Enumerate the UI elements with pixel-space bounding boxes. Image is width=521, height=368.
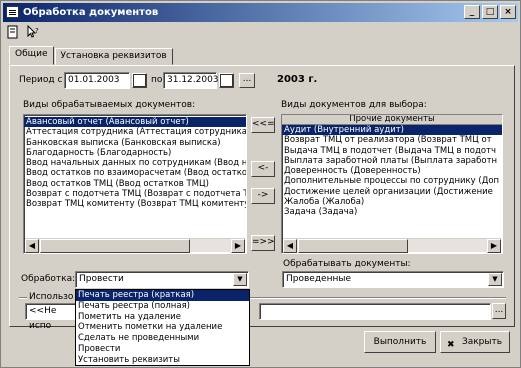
window-title: Обработка документов [23, 7, 159, 18]
use-field-right[interactable] [259, 303, 491, 320]
list-item[interactable]: Банковская выписка (Банковская выписка) [24, 138, 246, 148]
close-x-icon: ✖ [447, 340, 455, 350]
run-button[interactable]: Выполнить [364, 331, 436, 353]
list-item[interactable]: Возврат с подотчета ТМЦ (Возврат с подот… [24, 189, 246, 199]
list-item[interactable]: Ввод остатков по взаиморасчетам (Ввод ос… [24, 168, 246, 178]
list-item[interactable]: Достижение целей организации (Достижение [282, 187, 502, 197]
main-window: Обработка документов _ □ × ? Общие Устан… [0, 0, 521, 368]
column-header[interactable]: Прочие документы [282, 115, 502, 125]
window-icon [6, 6, 19, 18]
processing-label: Обработка: [21, 274, 76, 284]
list-item[interactable]: Ввод начальных данных по сотрудникам (Вв… [24, 158, 246, 168]
dropdown-option[interactable]: Печать реестра (краткая) [76, 290, 249, 301]
list-item[interactable]: Дополнительные процессы по сотруднику (Д… [282, 176, 502, 186]
dropdown-option[interactable]: Установить реквизиты [76, 355, 249, 366]
list-item[interactable]: Ввод остатков ТМЦ (Ввод остатков ТМЦ) [24, 179, 246, 189]
tab-set-attributes[interactable]: Установка реквизитов [54, 48, 173, 65]
list-item[interactable]: Возврат ТМЦ от реализатора (Возврат ТМЦ … [282, 135, 502, 145]
close-button-label: Закрыть [461, 337, 503, 347]
document-icon[interactable] [5, 25, 21, 41]
dropdown-option[interactable]: Сделать не проведенными [76, 333, 249, 344]
maximize-button[interactable]: □ [482, 5, 498, 19]
processing-value: Провести [79, 274, 124, 284]
toolbar: ? [5, 24, 41, 42]
scroll-left-icon[interactable]: ◀ [283, 239, 297, 253]
title-bar: Обработка документов _ □ × [3, 3, 518, 22]
close-button[interactable]: ✖ Закрыть [440, 331, 510, 353]
scroll-right-icon[interactable]: ▶ [487, 239, 501, 253]
move-left-button[interactable]: <- [251, 161, 275, 177]
tab-bar: Общие Установка реквизитов [9, 46, 174, 66]
move-right-button[interactable]: -> [251, 188, 275, 204]
available-doc-types-list[interactable]: Прочие документы Аудит (Внутренний аудит… [281, 114, 503, 254]
calendar-icon [220, 74, 233, 87]
calendar-from-button[interactable] [132, 73, 147, 88]
process-docs-select[interactable]: Проведенные ▼ [282, 271, 504, 288]
process-docs-value: Проведенные [286, 274, 351, 284]
list-item[interactable]: Задача (Задача) [282, 207, 502, 217]
right-horizontal-scrollbar[interactable]: ◀ ▶ [283, 238, 501, 253]
scroll-left-icon[interactable]: ◀ [25, 239, 39, 253]
list-item[interactable]: Выплата заработной платы (Выплата зарабо… [282, 156, 502, 166]
list-item[interactable]: Аудит (Внутренний аудит) [282, 125, 502, 136]
date-to-field[interactable]: 31.12.2003 [163, 72, 219, 89]
list-item[interactable]: Аттестация сотрудника (Аттестация сотруд… [24, 127, 246, 137]
left-horizontal-scrollbar[interactable]: ◀ ▶ [25, 238, 245, 253]
left-list-label: Виды обрабатываемых документов: [23, 100, 196, 110]
list-item[interactable]: Благодарность (Благодарность) [24, 148, 246, 158]
processing-select[interactable]: Провести ▼ [75, 271, 249, 288]
list-item[interactable]: Выдача ТМЦ в подотчет (Выдача ТМЦ в подо… [282, 146, 502, 156]
period-select-button[interactable]: ... [239, 73, 255, 88]
dropdown-option[interactable]: Провести [76, 344, 249, 355]
process-docs-label: Обрабатывать документы: [283, 259, 411, 269]
year-text: 2003 г. [277, 74, 318, 85]
close-window-button[interactable]: × [500, 5, 516, 19]
chevron-down-icon[interactable]: ▼ [233, 273, 247, 286]
processed-doc-types-list[interactable]: Авансовый отчет (Авансовый отчет) Аттеста… [23, 114, 247, 254]
calendar-to-button[interactable] [219, 73, 234, 88]
calendar-icon [133, 74, 146, 87]
chevron-down-icon[interactable]: ▼ [488, 273, 502, 286]
use-field[interactable]: <<Не испо [25, 303, 77, 331]
tab-general[interactable]: Общие [9, 46, 54, 65]
move-all-left-button[interactable]: <<= [251, 117, 275, 133]
dropdown-option[interactable]: Печать реестра (полная) [76, 301, 249, 312]
help-cursor-icon[interactable]: ? [25, 24, 41, 41]
right-list-label: Виды документов для выбора: [281, 100, 427, 110]
scroll-thumb[interactable] [298, 239, 408, 253]
use-select-button[interactable]: ... [492, 303, 506, 319]
list-item[interactable]: Авансовый отчет (Авансовый отчет) [24, 117, 246, 128]
period-to-label: по [151, 75, 163, 85]
date-from-field[interactable]: 01.01.2003 [64, 72, 130, 89]
dropdown-option[interactable]: Отменить пометки на удаление [76, 322, 249, 333]
dropdown-option[interactable]: Пометить на удаление [76, 312, 249, 323]
list-item[interactable]: Жалоба (Жалоба) [282, 197, 502, 207]
use-section-label: Использо [27, 292, 76, 302]
minimize-button[interactable]: _ [464, 5, 480, 19]
move-all-right-button[interactable]: =>> [251, 235, 275, 251]
scroll-thumb[interactable] [40, 239, 190, 253]
list-item[interactable]: Возврат ТМЦ комитенту (Возврат ТМЦ комит… [24, 199, 246, 209]
svg-text:?: ? [35, 27, 39, 35]
period-from-label: Период с [19, 75, 63, 85]
processing-dropdown[interactable]: Печать реестра (краткая) Печать реестра (… [75, 289, 250, 366]
scroll-right-icon[interactable]: ▶ [231, 239, 245, 253]
list-item[interactable]: Доверенность (Доверенность) [282, 166, 502, 176]
